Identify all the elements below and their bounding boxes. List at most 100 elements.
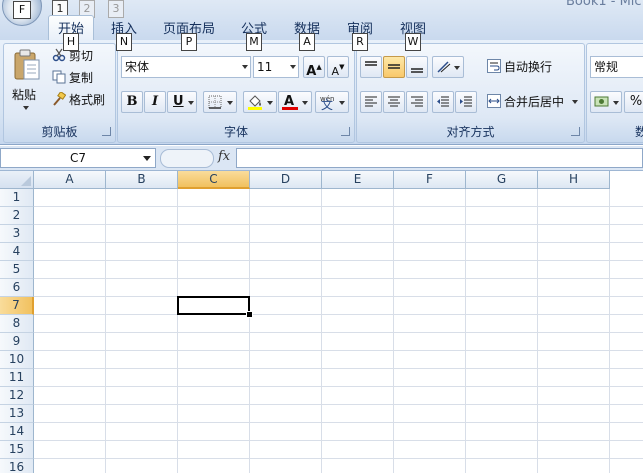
chevron-down-icon xyxy=(227,101,233,105)
font-name-value: 宋体 xyxy=(125,60,150,74)
worksheet-grid[interactable]: ABCDEFGH 1 2 3 4 5 6 7 8 9 10 11 12 13 14 15 16 xyxy=(0,171,643,473)
row-header-4[interactable]: 4 xyxy=(0,243,34,261)
underline-button[interactable]: U xyxy=(167,91,197,113)
chevron-down-icon[interactable] xyxy=(143,156,151,161)
key-tip-view: W xyxy=(405,33,421,51)
decrease-indent-button[interactable] xyxy=(432,91,454,113)
wrap-text-icon xyxy=(487,59,501,73)
align-bottom-button[interactable] xyxy=(406,56,428,78)
row-header-13[interactable]: 13 xyxy=(0,405,34,423)
row-header-10[interactable]: 10 xyxy=(0,351,34,369)
borders-button[interactable] xyxy=(203,91,237,113)
column-header-e[interactable]: E xyxy=(322,171,394,189)
paste-dropdown-icon[interactable] xyxy=(23,106,29,110)
select-all-button[interactable] xyxy=(0,171,34,189)
fill-handle[interactable] xyxy=(246,311,253,318)
paste-label: 粘贴 xyxy=(12,88,37,102)
row-gridline xyxy=(34,404,643,405)
column-header-b[interactable]: B xyxy=(106,171,178,189)
formula-buttons: fx xyxy=(160,148,236,168)
row-gridline xyxy=(34,242,643,243)
align-right-button[interactable] xyxy=(406,91,428,113)
copy-button[interactable]: 复制 xyxy=(52,69,93,87)
row-header-5[interactable]: 5 xyxy=(0,261,34,279)
align-top-button[interactable] xyxy=(360,56,382,78)
row-header-2[interactable]: 2 xyxy=(0,207,34,225)
row-gridline xyxy=(34,314,643,315)
align-center-icon xyxy=(388,96,400,107)
column-header-f[interactable]: F xyxy=(394,171,466,189)
title-bar: F 1 2 3 Book1 - Mic 开始 插入 页面布局 公式 数据 审阅 … xyxy=(0,0,643,40)
row-header-6[interactable]: 6 xyxy=(0,279,34,297)
chevron-down-icon xyxy=(188,101,194,105)
row-header-11[interactable]: 11 xyxy=(0,369,34,387)
row-header-3[interactable]: 3 xyxy=(0,225,34,243)
paste-button[interactable]: 粘贴 xyxy=(10,46,44,116)
wrap-text-button[interactable]: 自动换行 xyxy=(487,58,552,76)
formula-input[interactable] xyxy=(236,148,643,168)
grow-font-button[interactable]: A▲ xyxy=(303,56,325,79)
column-header-a[interactable]: A xyxy=(34,171,106,189)
insert-function-button[interactable]: fx xyxy=(218,149,230,164)
orientation-button[interactable] xyxy=(432,56,464,78)
borders-icon xyxy=(208,95,222,109)
key-tip-insert: N xyxy=(116,33,132,51)
row-gridline xyxy=(34,440,643,441)
row-header-14[interactable]: 14 xyxy=(0,423,34,441)
font-color-button[interactable]: A xyxy=(278,91,312,113)
bold-button[interactable]: B xyxy=(121,91,143,113)
number-format-value: 常规 xyxy=(594,60,619,74)
name-box[interactable]: C7 xyxy=(0,148,156,168)
align-center-button[interactable] xyxy=(383,91,405,113)
row-header-16[interactable]: 16 xyxy=(0,459,34,473)
office-button[interactable]: F xyxy=(2,0,42,26)
row-header-15[interactable]: 15 xyxy=(0,441,34,459)
increase-indent-button[interactable] xyxy=(455,91,477,113)
merge-center-icon xyxy=(487,94,501,108)
font-size-combo[interactable]: 11 xyxy=(253,56,299,78)
clipboard-dialog-launcher[interactable] xyxy=(102,127,111,136)
phonetic-guide-button[interactable]: wén 文 xyxy=(315,91,349,113)
align-top-icon xyxy=(365,61,377,66)
font-dialog-launcher[interactable] xyxy=(341,127,350,136)
align-middle-button[interactable] xyxy=(383,56,405,78)
formula-bar-divider[interactable] xyxy=(160,149,214,168)
fill-bucket-icon xyxy=(248,95,262,110)
align-middle-icon xyxy=(388,64,400,69)
office-button-key-tip: F xyxy=(13,1,31,19)
accounting-format-button[interactable] xyxy=(590,91,622,113)
row-header-1[interactable]: 1 xyxy=(0,189,34,207)
column-header-g[interactable]: G xyxy=(466,171,538,189)
row-header-8[interactable]: 8 xyxy=(0,315,34,333)
number-format-combo[interactable]: 常规 xyxy=(590,56,643,78)
alignment-dialog-launcher[interactable] xyxy=(571,127,580,136)
chevron-down-icon xyxy=(302,101,308,105)
chevron-down-icon xyxy=(454,66,460,70)
active-cell[interactable] xyxy=(177,296,250,315)
format-painter-button[interactable]: 格式刷 xyxy=(52,91,105,109)
percent-button[interactable]: % xyxy=(624,91,643,113)
shrink-font-button[interactable]: A▼ xyxy=(327,56,349,78)
fill-color-button[interactable] xyxy=(243,91,277,113)
align-left-button[interactable] xyxy=(360,91,382,113)
ribbon: 粘贴 剪切 复制 格式刷 剪贴板 宋体 11 A▲ A▼ B I U A wén… xyxy=(0,40,643,145)
chevron-down-icon xyxy=(613,101,619,105)
decrease-indent-icon xyxy=(437,96,449,107)
row-header-7[interactable]: 7 xyxy=(0,297,34,315)
row-header-9[interactable]: 9 xyxy=(0,333,34,351)
column-gridline xyxy=(609,189,610,473)
merge-center-button[interactable]: 合并后居中 xyxy=(487,93,578,111)
key-tip-data: A xyxy=(299,33,315,51)
font-name-combo[interactable]: 宋体 xyxy=(121,56,251,78)
row-header-12[interactable]: 12 xyxy=(0,387,34,405)
column-gridline xyxy=(249,189,250,473)
number-group-label: 数 xyxy=(635,125,643,139)
percent-glyph: % xyxy=(629,94,643,109)
format-painter-label: 格式刷 xyxy=(69,93,106,107)
column-header-c[interactable]: C xyxy=(178,171,250,189)
column-header-d[interactable]: D xyxy=(250,171,322,189)
column-header-h[interactable]: H xyxy=(538,171,610,189)
grow-font-glyph: A xyxy=(306,64,317,79)
italic-button[interactable]: I xyxy=(144,91,166,113)
column-gridline xyxy=(321,189,322,473)
